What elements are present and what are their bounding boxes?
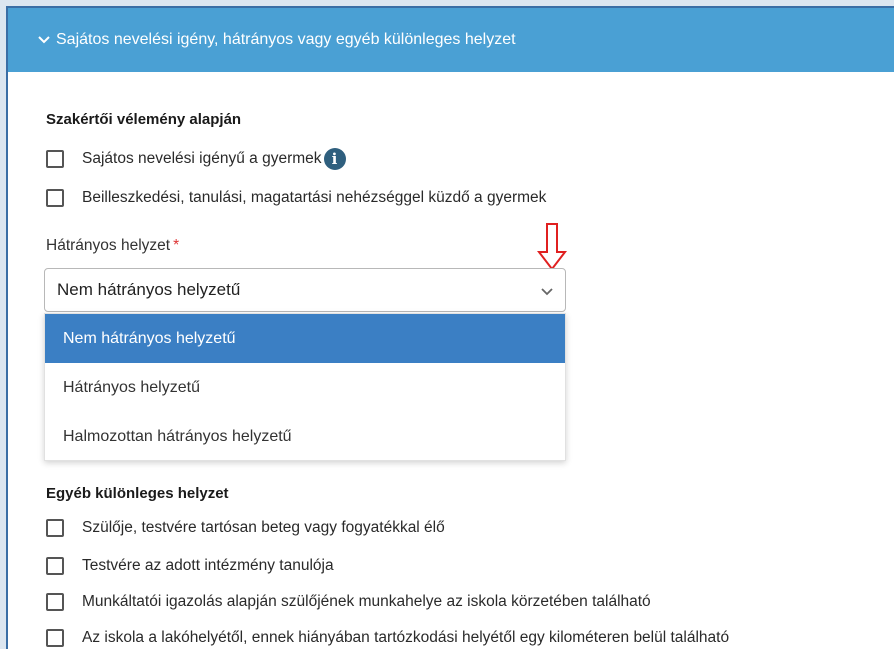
checkbox-row-sick-relative[interactable]: Szülője, testvére tartósan beteg vagy fo… [46, 519, 445, 537]
select-value: Nem hátrányos helyzetű [57, 280, 241, 299]
panel-title: Sajátos nevelési igény, hátrányos vagy e… [56, 31, 516, 48]
checkbox[interactable] [46, 519, 64, 537]
panel-header[interactable]: Sajátos nevelési igény, hátrányos vagy e… [8, 8, 894, 72]
checkbox[interactable] [46, 593, 64, 611]
checkbox[interactable] [46, 557, 64, 575]
other-section-title: Egyéb különleges helyzet [46, 485, 229, 502]
dropdown-option-disadvantaged[interactable]: Hátrányos helyzetű [45, 363, 565, 412]
checkbox-row-distance[interactable]: Az iskola a lakóhelyétől, ennek hiányába… [46, 629, 729, 647]
checkbox-label: Sajátos nevelési igényű a gyermek [82, 150, 322, 167]
checkbox-label: Szülője, testvére tartósan beteg vagy fo… [82, 519, 445, 536]
disadvantage-dropdown: Nem hátrányos helyzetű Hátrányos helyzet… [44, 313, 566, 461]
checkbox-row-btm[interactable]: Beilleszkedési, tanulási, magatartási ne… [46, 189, 546, 207]
disadvantage-label-text: Hátrányos helyzet [46, 237, 171, 254]
checkbox[interactable] [46, 629, 64, 647]
dropdown-option-not-disadvantaged[interactable]: Nem hátrányos helyzetű [45, 314, 565, 363]
chevron-down-icon [38, 36, 50, 44]
checkbox-label: Munkáltatói igazolás alapján szülőjének … [82, 593, 651, 610]
checkbox-row-sibling[interactable]: Testvére az adott intézmény tanulója [46, 557, 334, 575]
checkbox-label: Testvére az adott intézmény tanulója [82, 557, 334, 574]
checkbox-row-sni[interactable]: Sajátos nevelési igényű a gyermek i [46, 148, 346, 170]
checkbox-label: Az iskola a lakóhelyétől, ennek hiányába… [82, 629, 730, 646]
checkbox[interactable] [46, 150, 64, 168]
required-mark: * [173, 237, 180, 254]
red-down-arrow-icon [537, 223, 567, 271]
disadvantage-label: Hátrányos helyzet * [46, 237, 179, 255]
dropdown-option-multiply-disadvantaged[interactable]: Halmozottan hátrányos helyzetű [45, 412, 565, 461]
info-icon[interactable]: i [323, 148, 346, 170]
expert-section-title: Szakértői vélemény alapján [46, 111, 242, 128]
disadvantage-select[interactable]: Nem hátrányos helyzetű [44, 268, 566, 312]
checkbox-label: Beilleszkedési, tanulási, magatartási ne… [82, 189, 547, 206]
checkbox-row-workplace[interactable]: Munkáltatói igazolás alapján szülőjének … [46, 593, 651, 611]
checkbox[interactable] [46, 189, 64, 207]
chevron-down-icon [541, 288, 553, 296]
